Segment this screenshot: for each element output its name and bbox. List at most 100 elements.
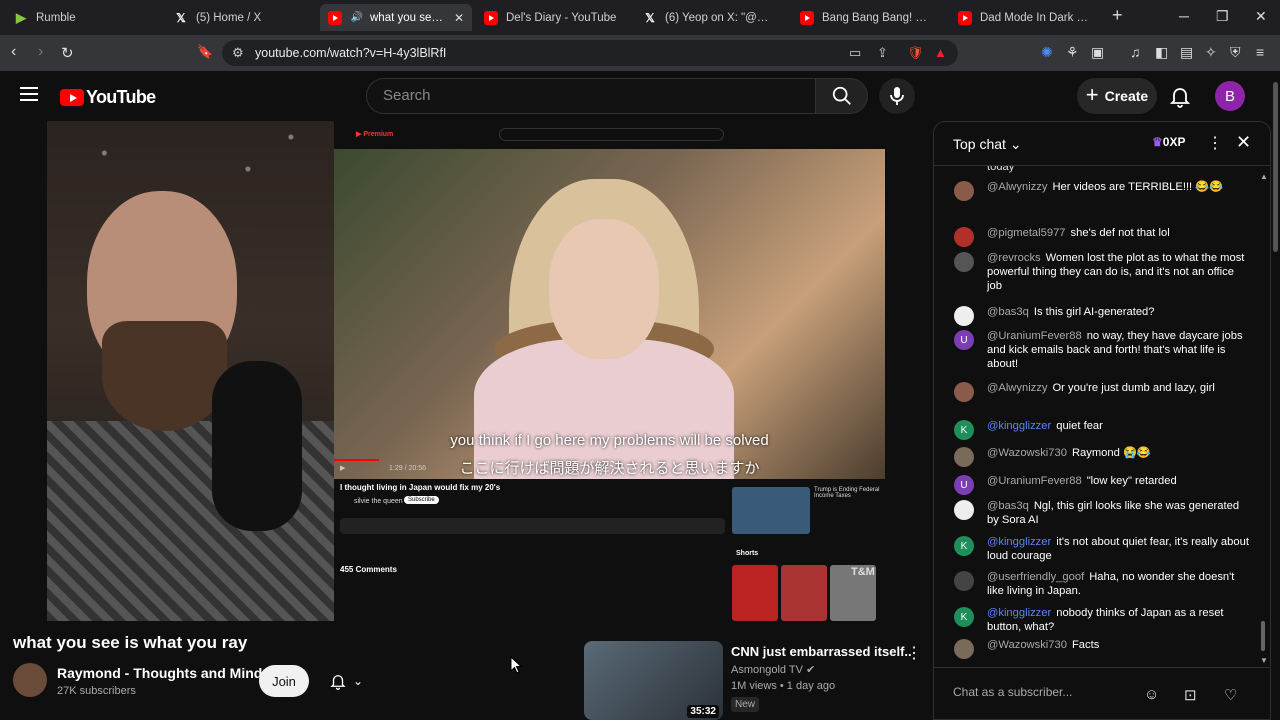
chat-scrollbar[interactable]: ▲ ▼ — [1260, 166, 1268, 666]
chat-message[interactable]: @Wazowski730 Facts — [987, 638, 1249, 652]
close-chat-icon[interactable]: ✕ — [1236, 132, 1251, 153]
recommended-title[interactable]: CNN just embarrassed itself.. — [731, 644, 912, 659]
chat-mode-selector[interactable]: Top chat ⌄ — [953, 136, 1022, 153]
emoji-icon[interactable]: ☺ — [1144, 686, 1159, 703]
chat-author-avatar[interactable] — [954, 500, 974, 520]
menu-icon[interactable] — [20, 87, 38, 101]
notifications-button[interactable] — [1168, 84, 1192, 113]
scroll-down-icon[interactable]: ▼ — [1260, 656, 1268, 665]
page-scrollbar[interactable] — [1271, 72, 1280, 720]
sidebar-icon[interactable]: ◧ — [1155, 44, 1168, 61]
create-button[interactable]: + Create — [1077, 78, 1157, 114]
chat-author-name[interactable]: @Wazowski730 — [987, 447, 1067, 459]
chat-author-avatar[interactable] — [954, 447, 974, 467]
wallet-icon[interactable]: ▣ — [1091, 44, 1104, 61]
bookmark-icon[interactable]: 🔖 — [197, 44, 213, 60]
extensions-puzzle-icon[interactable]: ⚘ — [1066, 44, 1079, 61]
chat-message[interactable]: @kingglizzer nobody thinks of Japan as a … — [987, 606, 1249, 634]
search-box[interactable] — [366, 78, 816, 114]
chat-author-name[interactable]: @bas3q — [987, 500, 1029, 512]
chat-message[interactable]: @bas3q Is this girl AI-generated? — [987, 305, 1249, 319]
heart-icon[interactable]: ♡ — [1224, 686, 1237, 704]
brave-rewards-icon[interactable]: ▲ — [934, 45, 947, 60]
chat-author-avatar[interactable]: K — [954, 607, 974, 627]
tab-dels-diary[interactable]: Del's Diary - YouTube — [476, 4, 631, 31]
chat-message[interactable]: @UraniumFever88 no way, they have daycare… — [987, 329, 1249, 371]
tab-bang-bang[interactable]: Bang Bang Bang! HD - You — [792, 4, 940, 31]
chat-author-name[interactable]: @UraniumFever88 — [987, 475, 1082, 487]
chat-author-avatar[interactable] — [954, 227, 974, 247]
chat-message[interactable]: @pigmetal5977 she's def not that lol — [987, 226, 1249, 240]
leo-ai-icon[interactable]: ✧ — [1205, 44, 1217, 61]
chat-author-avatar[interactable] — [954, 639, 974, 659]
chat-message[interactable]: @revrocks Women lost the plot as to what … — [987, 251, 1249, 293]
chat-author-name[interactable]: @pigmetal5977 — [987, 227, 1066, 239]
chat-author-name[interactable]: @kingglizzer — [987, 420, 1051, 432]
new-tab-icon[interactable]: + — [1112, 5, 1123, 26]
chat-author-name[interactable]: @bas3q — [987, 306, 1029, 318]
super-chat-icon[interactable]: ⊡ — [1184, 686, 1197, 704]
chat-more-icon[interactable]: ⋮ — [1207, 133, 1223, 153]
xp-badge[interactable]: ♛0XP — [1152, 135, 1185, 149]
chat-author-name[interactable]: @Alwynizzy — [987, 382, 1047, 394]
chat-message[interactable]: @Wazowski730 Raymond 😭😂 — [987, 446, 1249, 460]
extension-icon[interactable]: ✺ — [1041, 44, 1053, 61]
restore-icon[interactable]: ❐ — [1216, 8, 1229, 25]
chat-message[interactable]: @userfriendly_goof Haha, no wonder she do… — [987, 570, 1249, 598]
join-button[interactable]: Join — [259, 665, 309, 697]
chat-message[interactable]: @UraniumFever88 "low key" retarded — [987, 474, 1249, 488]
minimize-icon[interactable]: ─ — [1179, 8, 1189, 24]
tab-x-home[interactable]: 𝕏 (5) Home / X — [166, 4, 318, 31]
tab-dad-mode[interactable]: Dad Mode In Dark Mode — [950, 4, 1100, 31]
search-button[interactable] — [816, 78, 868, 114]
share-icon[interactable]: ⇪ — [877, 45, 888, 61]
chat-message[interactable]: @kingglizzer quiet fear — [987, 419, 1249, 433]
chat-author-name[interactable]: @Wazowski730 — [987, 639, 1067, 651]
page-scroll-thumb[interactable] — [1273, 82, 1278, 252]
search-input[interactable] — [383, 87, 783, 104]
more-options-icon[interactable]: ⋮ — [906, 643, 922, 663]
tab-groups-icon[interactable]: ▤ — [1180, 44, 1193, 61]
subscription-bell-button[interactable]: ⌄ — [318, 665, 374, 697]
chat-input[interactable] — [953, 679, 1153, 705]
chat-author-avatar[interactable] — [954, 571, 974, 591]
cast-icon[interactable]: ▭ — [849, 45, 861, 61]
back-icon[interactable]: ‹ — [11, 43, 16, 61]
brave-shield-icon[interactable]: 🛡 — [907, 45, 924, 61]
media-icon[interactable]: ♫ — [1130, 44, 1141, 60]
chat-author-avatar[interactable]: K — [954, 536, 974, 556]
video-player[interactable]: ▶ Premium you think if I go here my prob… — [47, 121, 885, 621]
chat-message[interactable]: @kingglizzer it's not about quiet fear, i… — [987, 535, 1249, 563]
reload-icon[interactable]: ↻ — [61, 44, 74, 62]
chat-author-name[interactable]: @kingglizzer — [987, 607, 1051, 619]
channel-name[interactable]: Raymond - Thoughts and Mind — [57, 665, 262, 681]
chat-author-avatar[interactable] — [954, 252, 974, 272]
site-info-icon[interactable]: ⚙ — [232, 45, 244, 61]
forward-icon[interactable]: › — [38, 43, 43, 61]
vpn-icon[interactable]: ⛨ — [1230, 44, 1241, 61]
chat-author-name[interactable]: @UraniumFever88 — [987, 330, 1082, 342]
recommended-channel[interactable]: Asmongold TV ✔ — [731, 663, 815, 676]
chat-author-avatar[interactable]: U — [954, 475, 974, 495]
chat-message[interactable]: @Alwynizzy Or you're just dumb and lazy, … — [987, 381, 1249, 395]
chat-author-avatar[interactable] — [954, 382, 974, 402]
chat-author-avatar[interactable]: K — [954, 420, 974, 440]
channel-avatar[interactable] — [13, 663, 47, 697]
chat-author-name[interactable]: @Alwynizzy — [987, 181, 1047, 193]
chat-message[interactable]: @bas3q Ngl, this girl looks like she was … — [987, 499, 1249, 527]
close-window-icon[interactable]: ✕ — [1255, 8, 1267, 25]
tab-x-yeop[interactable]: 𝕏 (6) Yeop on X: "@Forsaken — [635, 4, 783, 31]
youtube-logo[interactable]: YouTube — [60, 87, 156, 108]
chat-author-name[interactable]: @kingglizzer — [987, 536, 1051, 548]
account-avatar[interactable]: B — [1215, 81, 1245, 111]
browser-menu-icon[interactable]: ≡ — [1256, 44, 1264, 60]
chat-author-name[interactable]: @revrocks — [987, 252, 1041, 264]
tab-rumble[interactable]: ▶ Rumble — [6, 4, 166, 31]
close-tab-icon[interactable]: ✕ — [454, 11, 464, 25]
chat-author-avatar[interactable] — [954, 181, 974, 201]
voice-search-button[interactable] — [879, 78, 915, 114]
omnibox[interactable]: ⚙ youtube.com/watch?v=H-4y3lBlRfI ▭ ⇪ 🛡 … — [222, 40, 958, 66]
scroll-up-icon[interactable]: ▲ — [1260, 172, 1268, 181]
chat-author-avatar[interactable]: U — [954, 330, 974, 350]
tab-current-video[interactable]: 🔊 what you see is wh ✕ — [320, 4, 472, 31]
